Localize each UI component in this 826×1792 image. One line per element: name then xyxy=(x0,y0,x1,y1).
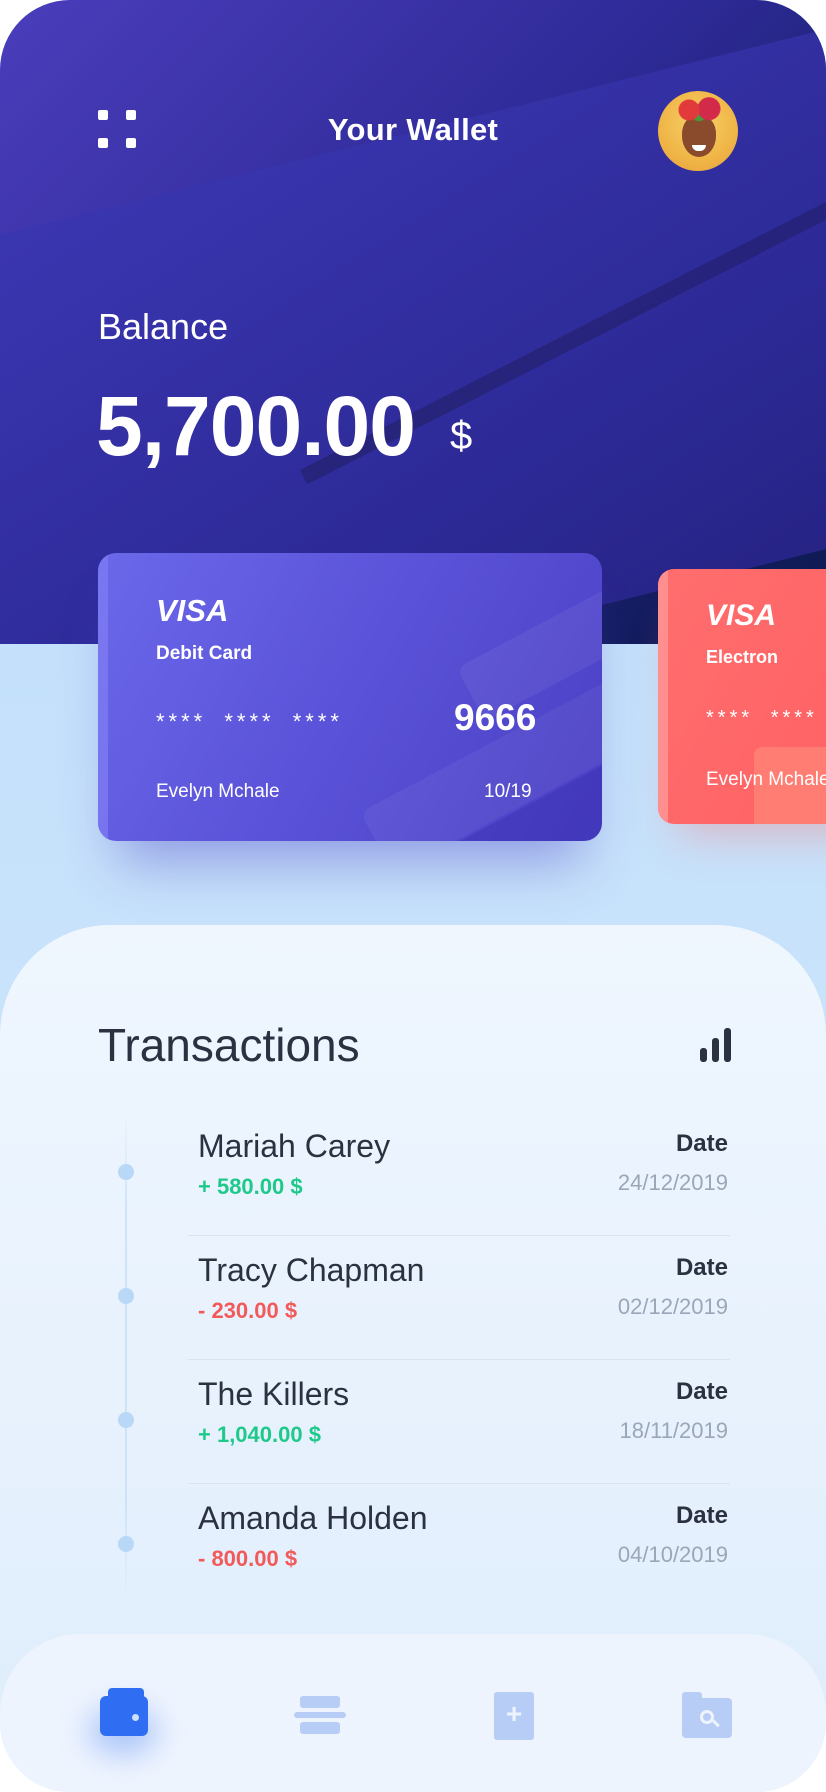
card-number-masked: **** **** xyxy=(706,707,818,729)
header-section: Your Wallet Balance 5,700.00 $ xyxy=(0,0,826,644)
transaction-row[interactable]: The Killers + 1,040.00 $ Date 18/11/2019 xyxy=(98,1360,730,1484)
transaction-amount: - 230.00 $ xyxy=(198,1298,298,1323)
transaction-date-label: Date xyxy=(675,1130,728,1157)
nav-cards-button[interactable] xyxy=(292,1688,348,1744)
plus-icon: + xyxy=(505,1698,523,1729)
balance-label: Balance xyxy=(98,306,229,347)
transaction-date-label: Date xyxy=(675,1254,728,1281)
wallet-clasp xyxy=(132,1714,139,1721)
card-type: Electron xyxy=(706,647,779,667)
debit-card[interactable]: VISA Debit Card **** **** **** 9666 Evel… xyxy=(98,553,602,841)
electron-card[interactable]: VISA Electron **** **** Evelyn Mchale xyxy=(658,569,826,824)
transaction-date-label: Date xyxy=(675,1502,728,1529)
timeline-dot xyxy=(118,1412,134,1428)
transaction-date: 24/12/2019 xyxy=(617,1170,728,1195)
transaction-row[interactable]: Mariah Carey + 580.00 $ Date 24/12/2019 xyxy=(98,1112,730,1236)
nav-add-button[interactable]: + xyxy=(488,1688,544,1744)
card-holder-name: Evelyn Mchale xyxy=(156,781,280,802)
transaction-name: Tracy Chapman xyxy=(198,1252,425,1288)
card-number-masked: **** **** **** xyxy=(156,709,343,734)
transaction-date: 04/10/2019 xyxy=(617,1542,728,1567)
card-type: Debit Card xyxy=(156,643,253,664)
bottom-nav: + xyxy=(0,1634,826,1792)
transaction-name: The Killers xyxy=(198,1376,350,1412)
card-brand: VISA xyxy=(156,593,229,628)
transaction-date-label: Date xyxy=(675,1378,728,1405)
wallet-screen: Your Wallet Balance 5,700.00 $ VISA Debi… xyxy=(0,0,826,1792)
transaction-date: 02/12/2019 xyxy=(617,1294,728,1319)
transaction-amount: + 1,040.00 $ xyxy=(198,1422,321,1447)
wallet-icon xyxy=(100,1696,148,1736)
cards-icon xyxy=(300,1722,340,1734)
balance-amount: 5,700.00 xyxy=(96,379,416,473)
card-edge xyxy=(98,553,108,841)
transaction-name: Amanda Holden xyxy=(198,1500,428,1536)
card-brand: VISA xyxy=(706,599,777,632)
transaction-row[interactable]: Tracy Chapman - 230.00 $ Date 02/12/2019 xyxy=(98,1236,730,1360)
card-edge xyxy=(658,569,668,824)
transaction-date: 18/11/2019 xyxy=(619,1418,728,1443)
transaction-name: Mariah Carey xyxy=(198,1128,391,1164)
timeline-dot xyxy=(118,1536,134,1552)
avatar[interactable] xyxy=(658,91,738,171)
card-holder-name: Evelyn Mchale xyxy=(706,769,826,790)
balance-currency: $ xyxy=(450,414,473,458)
bar-chart-icon[interactable] xyxy=(700,1028,732,1062)
card-expiry: 10/19 xyxy=(484,781,532,802)
cards-icon xyxy=(300,1696,340,1708)
nav-wallet-button[interactable] xyxy=(88,1688,158,1756)
avatar-flower-crown xyxy=(674,97,724,123)
transaction-row[interactable]: Amanda Holden - 800.00 $ Date 04/10/2019 xyxy=(98,1484,730,1608)
transactions-title: Transactions xyxy=(98,1019,360,1071)
transaction-amount: - 800.00 $ xyxy=(198,1546,298,1571)
nav-search-button[interactable] xyxy=(680,1688,736,1744)
cards-icon xyxy=(294,1712,346,1718)
card-last-four: 9666 xyxy=(454,697,537,738)
transaction-amount: + 580.00 $ xyxy=(198,1174,303,1199)
timeline-dot xyxy=(118,1164,134,1180)
timeline-dot xyxy=(118,1288,134,1304)
